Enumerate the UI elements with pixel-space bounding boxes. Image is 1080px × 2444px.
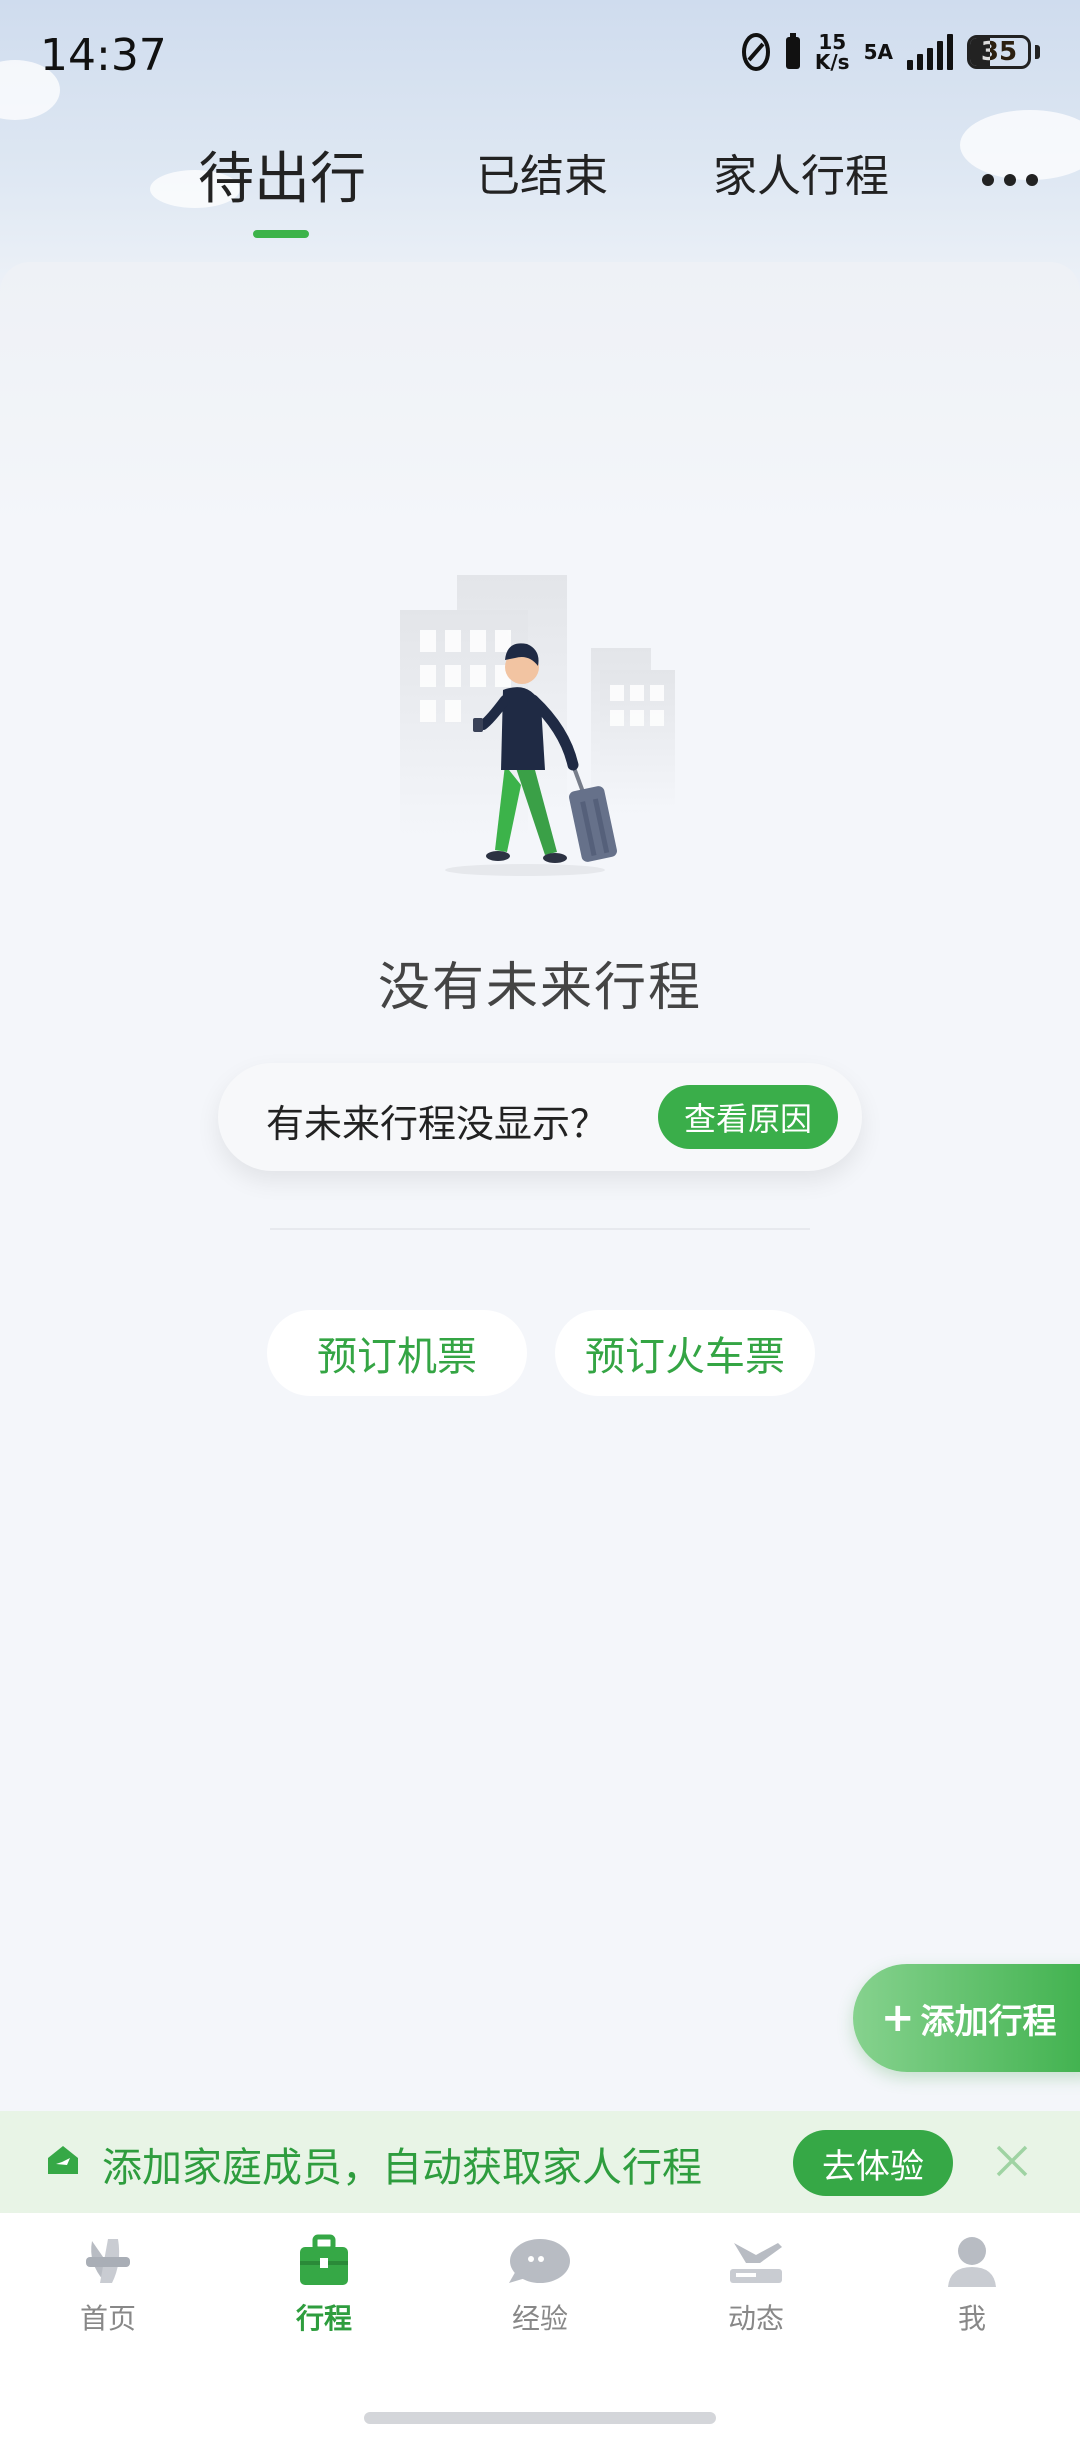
bottom-navigation: 首页 行程 经验 动态 我 [0, 2213, 1080, 2444]
dot-icon [982, 174, 994, 186]
more-options-button[interactable] [982, 174, 1038, 186]
view-reason-button[interactable]: 查看原因 [658, 1085, 838, 1149]
traveler-illustration [400, 575, 675, 876]
empty-state-title: 没有未来行程 [377, 958, 702, 1018]
nav-label-feed: 动态 [727, 2302, 784, 2335]
trip-tabs: 待出行 已结束 家人行程 [0, 140, 1080, 240]
nav-item-me[interactable]: 我 [902, 2233, 1042, 2337]
family-banner-text: 添加家庭成员，自动获取家人行程 [102, 2145, 702, 2191]
plus-icon: + [881, 1995, 915, 2041]
nfc-icon [741, 33, 770, 71]
chat-bubble-icon [509, 2239, 570, 2283]
nav-item-experience[interactable]: 经验 [470, 2233, 610, 2337]
close-icon[interactable] [992, 2141, 1032, 2181]
nav-label-home: 首页 [79, 2302, 136, 2335]
divider [270, 1228, 810, 1230]
add-trip-label: 添加行程 [920, 2001, 1057, 2042]
missing-trip-hint-text: 有未来行程没显示？ [266, 1102, 609, 1146]
book-train-button[interactable]: 预订火车票 [555, 1310, 815, 1396]
plane-feed-icon [730, 2243, 782, 2283]
tab-family-trips[interactable]: 家人行程 [713, 140, 889, 204]
nav-item-trips[interactable]: 行程 [254, 2233, 394, 2337]
network-type: 5A [863, 40, 893, 64]
nav-item-home[interactable]: 首页 [38, 2233, 178, 2337]
home-indicator[interactable] [364, 2412, 716, 2424]
battery-icon: 35 [967, 35, 1031, 69]
family-house-icon [48, 2146, 78, 2174]
nav-label-experience: 经验 [511, 2302, 568, 2335]
status-time: 14:37 [40, 30, 167, 81]
try-now-button[interactable]: 去体验 [793, 2130, 953, 2196]
vibrate-battery-icon [785, 33, 800, 69]
dot-icon [1026, 174, 1038, 186]
active-tab-indicator [253, 230, 309, 238]
user-icon [948, 2237, 996, 2287]
nav-label-trips: 行程 [295, 2302, 352, 2335]
main-card [0, 262, 1080, 2112]
suitcase-icon [300, 2234, 348, 2285]
nav-label-me: 我 [957, 2302, 986, 2335]
missing-trip-hint: 有未来行程没显示？ 查看原因 [218, 1063, 862, 1171]
dot-icon [1004, 174, 1016, 186]
home-icon [86, 2239, 130, 2283]
status-bar: 14:37 15 K/s 5A 35 [0, 0, 1080, 110]
nav-item-feed[interactable]: 动态 [686, 2233, 826, 2337]
tab-upcoming[interactable]: 待出行 [198, 134, 366, 215]
status-icons: 15 K/s 5A 35 [741, 32, 1040, 72]
signal-icon [907, 34, 953, 70]
tab-finished[interactable]: 已结束 [476, 140, 608, 204]
network-speed: 15 K/s [814, 30, 850, 74]
family-member-banner: 添加家庭成员，自动获取家人行程 去体验 [0, 2111, 1080, 2213]
battery-cap [1035, 45, 1040, 59]
add-trip-button[interactable]: + 添加行程 [853, 1964, 1080, 2072]
book-flight-button[interactable]: 预订机票 [267, 1310, 527, 1396]
